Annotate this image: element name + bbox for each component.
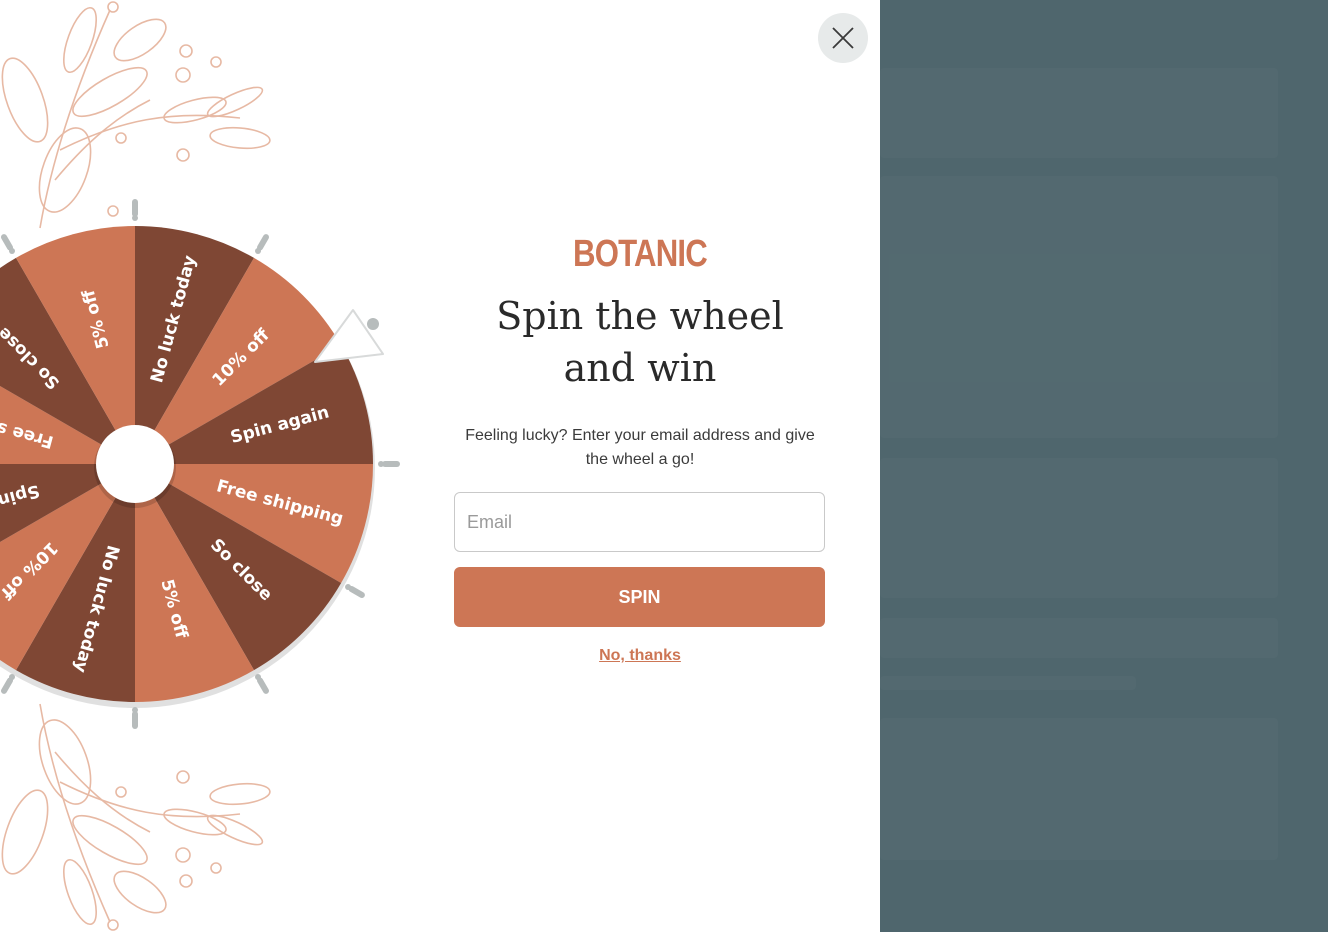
wheel-tick-dot bbox=[132, 215, 138, 221]
title-line-2: and win bbox=[563, 346, 717, 390]
prize-wheel[interactable]: No luck today 10% off Spin again Free shipp… bbox=[0, 192, 455, 752]
email-input[interactable] bbox=[454, 492, 825, 552]
wheel-tick-dot bbox=[345, 584, 352, 590]
modal-content: BOTANIC Spin the wheel and win Feeling l… bbox=[450, 230, 830, 665]
title-line-1: Spin the wheel bbox=[496, 294, 784, 338]
wheel-hub bbox=[96, 425, 174, 503]
wheel-tick bbox=[348, 586, 365, 598]
wheel-tick-dot bbox=[378, 461, 384, 467]
wheel-tick-dot bbox=[255, 674, 261, 681]
subtitle-line-1: Feeling lucky? Enter your email address … bbox=[465, 427, 815, 444]
subtitle-line-2: the wheel a go! bbox=[585, 451, 695, 468]
background-card bbox=[880, 68, 1278, 158]
wheel-tick-dot bbox=[9, 247, 15, 254]
background-card bbox=[880, 618, 1278, 658]
background-card bbox=[880, 458, 1278, 598]
spin-button[interactable]: SPIN bbox=[454, 567, 825, 627]
wheel-tick bbox=[1, 234, 13, 251]
wheel-tick-dot bbox=[9, 674, 15, 681]
no-thanks-link[interactable]: No, thanks bbox=[599, 647, 681, 665]
wheel-tick bbox=[257, 234, 269, 251]
modal-title: Spin the wheel and win bbox=[450, 290, 830, 394]
background-card bbox=[880, 176, 1278, 438]
brand-logo: BOTANIC bbox=[573, 233, 708, 275]
close-button[interactable] bbox=[818, 13, 868, 63]
wheel-pointer-pin bbox=[367, 318, 379, 330]
modal-subtitle: Feeling lucky? Enter your email address … bbox=[450, 424, 830, 472]
spin-wheel-modal: No luck today 10% off Spin again Free shipp… bbox=[0, 0, 880, 932]
close-icon bbox=[832, 27, 854, 49]
wheel-tick-dot bbox=[132, 707, 138, 713]
background-card bbox=[880, 718, 1278, 860]
prize-wheel-graphic: No luck today 10% offSpin againFree shipp… bbox=[0, 199, 400, 729]
wheel-tick bbox=[1, 677, 13, 694]
wheel-tick-dot bbox=[255, 247, 261, 254]
background-card bbox=[880, 676, 1136, 690]
wheel-tick bbox=[257, 677, 269, 694]
